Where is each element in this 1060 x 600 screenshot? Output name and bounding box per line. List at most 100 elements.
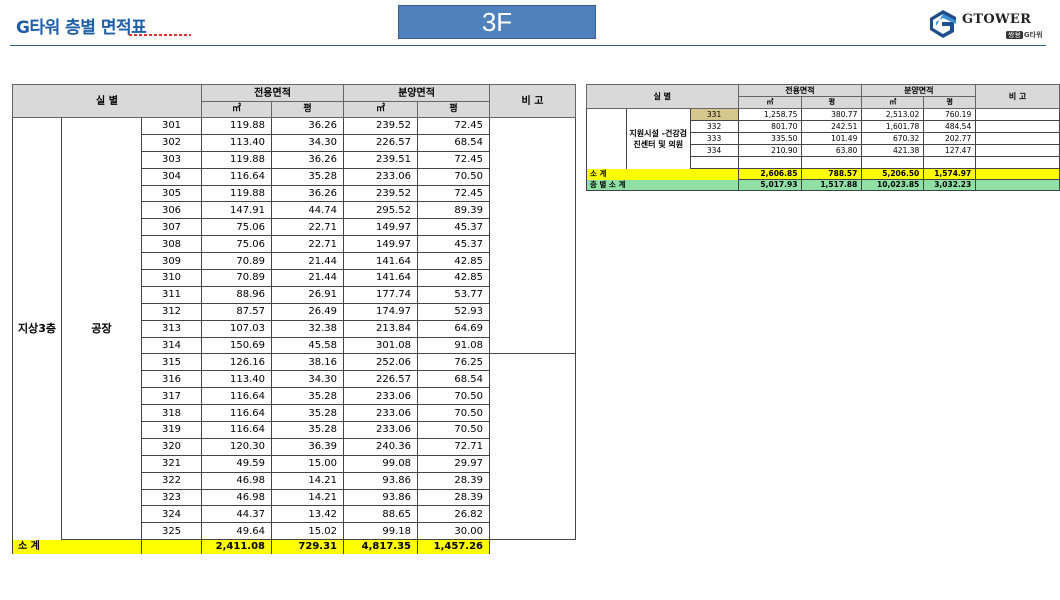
unit-number: 321 [141, 455, 202, 473]
sale-area-m2: 239.52 [343, 185, 418, 203]
exclusive-area-m2: 75.06 [201, 218, 272, 237]
exclusive-area-pyeong: 26.91 [271, 286, 344, 304]
side-header-exclusive-area: 전용면적 [737, 84, 863, 97]
sale-area-pyeong: 68.54 [417, 134, 490, 152]
sale-area-m2: 149.97 [343, 235, 418, 254]
exclusive-area-pyeong: 22.71 [271, 235, 344, 254]
unit-number: 323 [141, 489, 202, 507]
sale-area-m2: 233.06 [343, 421, 418, 439]
sale-area-m2: 670.32 [861, 132, 924, 145]
sale-area-pyeong: 53.77 [417, 286, 490, 304]
exclusive-area-pyeong: 34.30 [271, 370, 344, 389]
sale-area-pyeong: 28.39 [417, 489, 490, 507]
side-header-ex-m2: ㎡ [737, 96, 803, 109]
exclusive-area-pyeong: 36.26 [271, 185, 344, 203]
exclusive-area-m2: 116.64 [201, 168, 272, 186]
unit-number: 334 [689, 144, 739, 157]
exclusive-area-pyeong: 242.51 [801, 120, 862, 133]
sale-area-pyeong: 68.54 [417, 370, 490, 389]
exclusive-area-m2: 49.64 [201, 522, 272, 541]
sale-area-m2: 149.97 [343, 218, 418, 237]
exclusive-area-pyeong: 13.42 [271, 505, 344, 524]
floor-label-box: 3F [398, 5, 596, 39]
exclusive-area-m2: 46.98 [201, 472, 272, 490]
sale-area-pyeong: 45.37 [417, 218, 490, 237]
sale-area-pyeong: 76.25 [417, 353, 490, 372]
header-room: 실 별 [12, 84, 202, 118]
empty-cell [801, 156, 862, 169]
side-subtotal-ex-m2: 2,606.85 [737, 168, 802, 180]
unit-number: 333 [689, 132, 739, 145]
gtower-logo: GTOWER 쌍용 G타워 [928, 9, 1043, 41]
main-area-table: 실 별 전용면적 분양면적 비 고 ㎡ 평 ㎡ 평 지상3층 공장 301 119.8… [12, 84, 576, 555]
sale-area-pyeong: 70.50 [417, 404, 490, 423]
header-sa-py: 평 [417, 101, 490, 118]
unit-number: 309 [141, 252, 202, 271]
sale-area-pyeong: 64.69 [417, 320, 490, 338]
logo-badge: 쌍용 [1006, 31, 1023, 39]
empty-cell [923, 156, 976, 169]
sale-area-m2: 233.06 [343, 168, 418, 186]
sale-area-m2: 295.52 [343, 201, 418, 220]
sale-area-pyeong: 45.37 [417, 235, 490, 254]
sale-area-pyeong: 28.39 [417, 472, 490, 490]
exclusive-area-m2: 147.91 [201, 201, 272, 220]
remark-cell [489, 353, 576, 541]
sale-area-pyeong: 70.50 [417, 168, 490, 186]
sale-area-pyeong: 202.77 [923, 132, 976, 145]
sale-area-m2: 213.84 [343, 320, 418, 338]
unit-number: 317 [141, 387, 202, 406]
exclusive-area-pyeong: 63.80 [801, 144, 862, 157]
unit-number: 308 [141, 235, 202, 254]
remark-cell [975, 132, 1060, 145]
sale-area-m2: 421.38 [861, 144, 924, 157]
unit-number: 304 [141, 168, 202, 186]
side-header-sa-m2: ㎡ [861, 96, 925, 109]
remark-cell [975, 108, 1060, 121]
sale-area-m2: 252.06 [343, 353, 418, 372]
exclusive-area-m2: 801.70 [737, 120, 802, 133]
sale-area-m2: 177.74 [343, 286, 418, 304]
exclusive-area-m2: 46.98 [201, 489, 272, 507]
exclusive-area-m2: 107.03 [201, 320, 272, 338]
sale-area-m2: 88.65 [343, 505, 418, 524]
exclusive-area-m2: 116.64 [201, 387, 272, 406]
exclusive-area-m2: 70.89 [201, 252, 272, 271]
exclusive-area-m2: 44.37 [201, 505, 272, 524]
exclusive-area-pyeong: 35.28 [271, 387, 344, 406]
unit-number: 319 [141, 421, 202, 439]
spellcheck-underline [129, 34, 191, 36]
unit-number: 314 [141, 337, 202, 355]
logo-subtitle: 쌍용 G타워 [1006, 30, 1043, 40]
empty-cell [861, 156, 924, 169]
sale-area-pyeong: 72.45 [417, 185, 490, 203]
floor-total-row: 층 별 소 계 5,017.93 1,517.88 10,023.85 3,03… [586, 179, 1060, 191]
exclusive-area-m2: 126.16 [201, 353, 272, 372]
exclusive-area-pyeong: 380.77 [801, 108, 862, 121]
sale-area-m2: 233.06 [343, 387, 418, 406]
empty-cell [737, 156, 802, 169]
unit-number: 312 [141, 303, 202, 321]
unit-number: 305 [141, 185, 202, 203]
floor-total-sa-m2: 10,023.85 [861, 179, 924, 191]
unit-number: 303 [141, 151, 202, 169]
header-sa-m2: ㎡ [343, 101, 418, 118]
sale-area-m2: 93.86 [343, 472, 418, 490]
side-header-room: 실 별 [586, 84, 739, 109]
subtotal-sa-m2: 4,817.35 [343, 539, 418, 555]
sale-area-pyeong: 70.50 [417, 387, 490, 406]
side-subtotal-label: 소 계 [586, 168, 739, 180]
exclusive-area-m2: 49.59 [201, 455, 272, 473]
exclusive-area-pyeong: 14.21 [271, 472, 344, 490]
sale-area-pyeong: 26.82 [417, 505, 490, 524]
sale-area-m2: 239.51 [343, 151, 418, 169]
exclusive-area-pyeong: 35.28 [271, 421, 344, 439]
sale-area-m2: 99.18 [343, 522, 418, 541]
side-subtotal-ex-py: 788.57 [801, 168, 862, 180]
sale-area-m2: 174.97 [343, 303, 418, 321]
sale-area-pyeong: 30.00 [417, 522, 490, 541]
sale-area-pyeong: 70.50 [417, 421, 490, 439]
unit-number: 315 [141, 353, 202, 372]
sale-area-m2: 141.64 [343, 269, 418, 287]
exclusive-area-pyeong: 36.39 [271, 438, 344, 456]
